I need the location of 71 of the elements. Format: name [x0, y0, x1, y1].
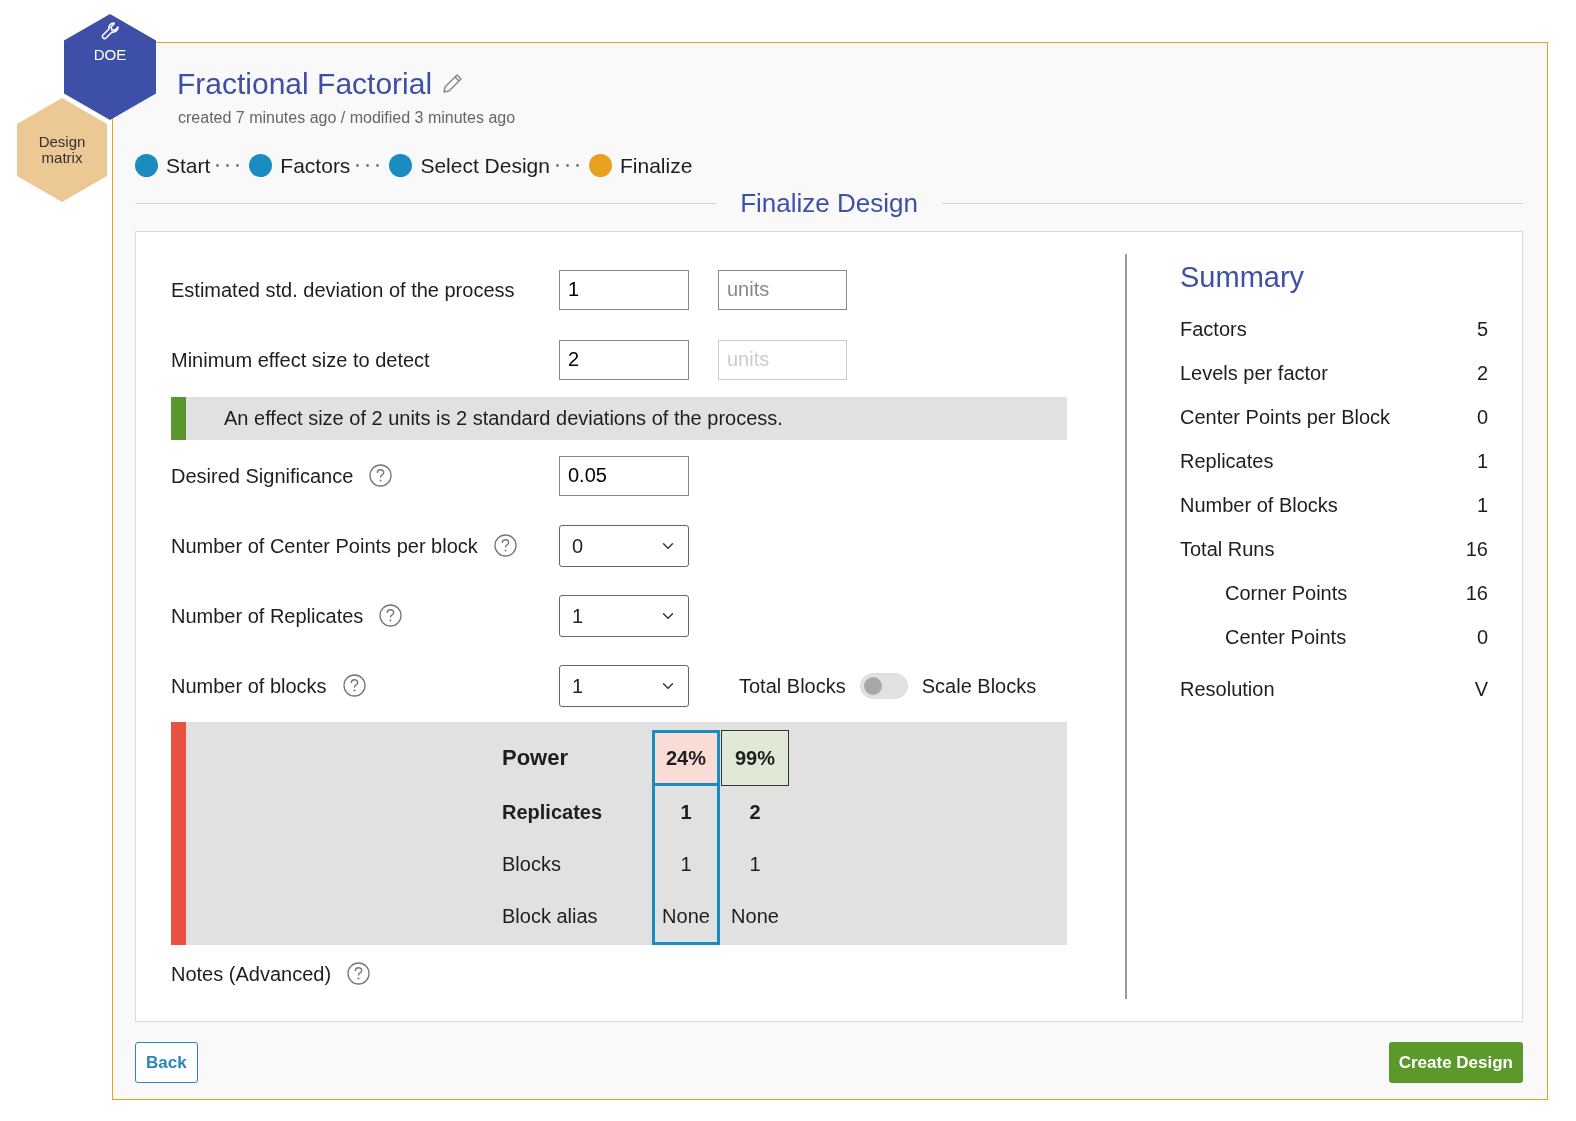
summary-value: 0	[1476, 405, 1488, 430]
row-label: Replicates	[502, 799, 604, 825]
help-icon	[369, 464, 393, 487]
summary-label: Number of Blocks	[1180, 493, 1338, 518]
help-icon	[493, 534, 517, 557]
table-cell-text: 2	[748, 799, 762, 825]
hex-tab[interactable]: Design matrix	[17, 98, 107, 202]
summary-value: 2	[1476, 361, 1488, 386]
dropdown[interactable]: 0	[559, 524, 689, 567]
toggle-switch[interactable]	[859, 672, 908, 699]
section-title: Finalize Design	[740, 186, 918, 220]
power-cell: 99%	[721, 729, 789, 786]
input-field[interactable]: 2	[559, 339, 689, 380]
step-label[interactable]: Start	[166, 150, 211, 182]
wrench-icon	[99, 20, 121, 41]
dotted-connector	[356, 164, 380, 168]
summary-value: 5	[1476, 317, 1488, 342]
hex-tab[interactable]: DOE	[64, 14, 156, 120]
row-label: Block alias	[502, 903, 599, 929]
option-column[interactable]: 24% 1 1 None	[652, 729, 720, 945]
summary-label: Total Runs	[1180, 537, 1275, 562]
row-label: Power	[502, 744, 570, 772]
input-field[interactable]: 0.05	[559, 455, 689, 496]
summary-value: V	[1474, 677, 1488, 702]
summary-label: Levels per factor	[1180, 361, 1328, 386]
field-label: Estimated std. deviation of the process	[171, 277, 515, 303]
help-icon	[347, 962, 371, 985]
unit-field[interactable]: units	[718, 269, 847, 310]
summary-value: 16	[1465, 581, 1488, 606]
table-cell-text: 1	[748, 851, 762, 877]
field-label: Number of Replicates	[171, 603, 364, 629]
power-cell: 24%	[655, 732, 717, 786]
summary-title: Summary	[1180, 259, 1306, 295]
field-label: Minimum effect size to detect	[171, 347, 430, 373]
help-icon	[342, 674, 366, 697]
summary-label: Center Points per Block	[1180, 405, 1391, 430]
row-label: Blocks	[502, 851, 562, 877]
switch-label: Total Blocks	[739, 673, 846, 699]
field-label: Notes (Advanced)	[171, 961, 332, 987]
page-title: Fractional Factorial	[177, 66, 433, 102]
table-cell-text: 1	[679, 799, 693, 825]
field-label: Number of Center Points per block	[171, 533, 478, 559]
step-label[interactable]: Finalize	[619, 150, 693, 182]
dotted-connector	[555, 164, 579, 168]
dropdown[interactable]: 1	[559, 664, 689, 707]
summary-value: 16	[1465, 537, 1488, 562]
step-label[interactable]: Factors	[280, 150, 351, 182]
summary-value: 1	[1476, 493, 1488, 518]
summary-label: Resolution	[1180, 677, 1275, 702]
summary-value: 0	[1476, 625, 1488, 650]
timestamp-text: created 7 minutes ago / modified 3 minutes ago	[178, 108, 517, 128]
summary-value: 1	[1476, 449, 1488, 474]
input-field[interactable]: 1	[559, 269, 689, 310]
summary-label: Replicates	[1180, 449, 1274, 474]
table-cell-text: 1	[679, 851, 693, 877]
table-cell-text: None	[730, 903, 780, 929]
help-icon	[379, 604, 403, 627]
dropdown[interactable]: 1	[559, 594, 689, 637]
option-column[interactable]: 99% 2 1 None	[721, 729, 789, 945]
table-cell-text: None	[661, 903, 711, 929]
dotted-connector	[216, 164, 240, 168]
back-button[interactable]: Back	[135, 1041, 198, 1083]
summary-label: Factors	[1180, 317, 1247, 342]
field-label: Number of blocks	[171, 673, 327, 699]
summary-label: Center Points	[1225, 625, 1347, 650]
step-label[interactable]: Select Design	[420, 150, 550, 182]
pencil-icon	[440, 71, 465, 96]
info-note: An effect size of 2 units is 2 standard deviations of the process.	[171, 396, 1067, 440]
switch-label: Scale Blocks	[921, 673, 1037, 699]
field-label: Desired Significance	[171, 463, 354, 489]
summary-label: Corner Points	[1225, 581, 1348, 606]
